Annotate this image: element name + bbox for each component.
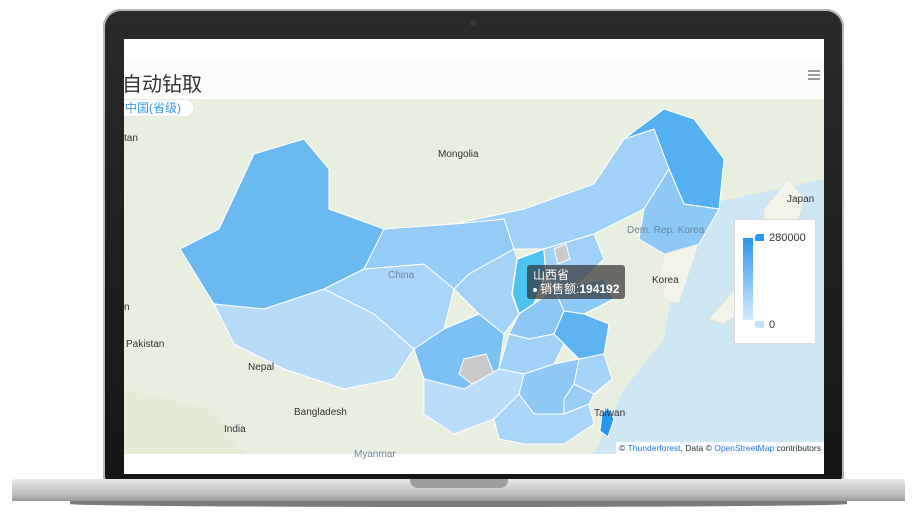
map-label-mongolia: Mongolia xyxy=(438,149,479,160)
map-label-taiwan: Taiwan xyxy=(594,408,626,419)
breadcrumb[interactable]: 中国(省级) xyxy=(124,99,194,117)
camera-dot xyxy=(470,20,476,26)
screen: Mongolia Japan Dem. Rep. Korea Korea Chi… xyxy=(124,39,824,474)
legend-min-label: 0 xyxy=(769,319,776,331)
map-area[interactable]: Mongolia Japan Dem. Rep. Korea Korea Chi… xyxy=(124,59,824,460)
attribution-prefix: © xyxy=(619,443,628,453)
tooltip-value: 194192 xyxy=(579,282,620,296)
laptop-base-bottom xyxy=(70,501,847,507)
map-label-tan: tan xyxy=(124,133,138,144)
link-thunderforest[interactable]: Thunderforest xyxy=(628,443,681,453)
page-title: 自动钻取 xyxy=(124,74,202,96)
map-label-japan: Japan xyxy=(787,194,815,205)
legend-gradient-bar xyxy=(743,238,753,320)
tooltip-metric-label: 销售额 xyxy=(540,282,577,296)
map-attribution: © Thunderforest, Data © OpenStreetMap co… xyxy=(616,442,824,454)
map-label-india: India xyxy=(224,424,246,435)
color-legend: 280000 0 xyxy=(734,219,816,344)
map-label-china: China xyxy=(388,270,415,281)
legend-max-handle[interactable] xyxy=(755,234,764,241)
attribution-suffix: contributors xyxy=(774,443,821,453)
map-label-dprk: Dem. Rep. Korea xyxy=(627,225,705,236)
map-label-bangladesh: Bangladesh xyxy=(294,407,347,418)
map-label-pakistan: Pakistan xyxy=(126,339,165,350)
title-bar xyxy=(124,59,824,99)
map-label-korea: Korea xyxy=(652,275,679,286)
link-openstreetmap[interactable]: OpenStreetMap xyxy=(714,443,774,453)
legend-min-handle[interactable] xyxy=(755,321,764,328)
laptop-base xyxy=(0,479,917,532)
map-label-nepal: Nepal xyxy=(248,362,275,373)
map-svg xyxy=(124,59,824,454)
map-label-myanmar: Myanmar xyxy=(354,449,396,460)
tooltip-region: 山西省 xyxy=(533,268,570,282)
legend-max-label: 280000 xyxy=(769,232,806,244)
map-label-n: n xyxy=(124,302,130,313)
tooltip-metric-row: 销售额:194192 xyxy=(533,282,619,296)
menu-icon[interactable] xyxy=(808,70,820,80)
attribution-mid: , Data © xyxy=(680,443,715,453)
map-tooltip: 山西省 销售额:194192 xyxy=(527,265,626,299)
tooltip-dot-icon xyxy=(533,287,537,292)
laptop-frame: Mongolia Japan Dem. Rep. Korea Korea Chi… xyxy=(0,0,917,532)
laptop-notch xyxy=(410,479,508,488)
